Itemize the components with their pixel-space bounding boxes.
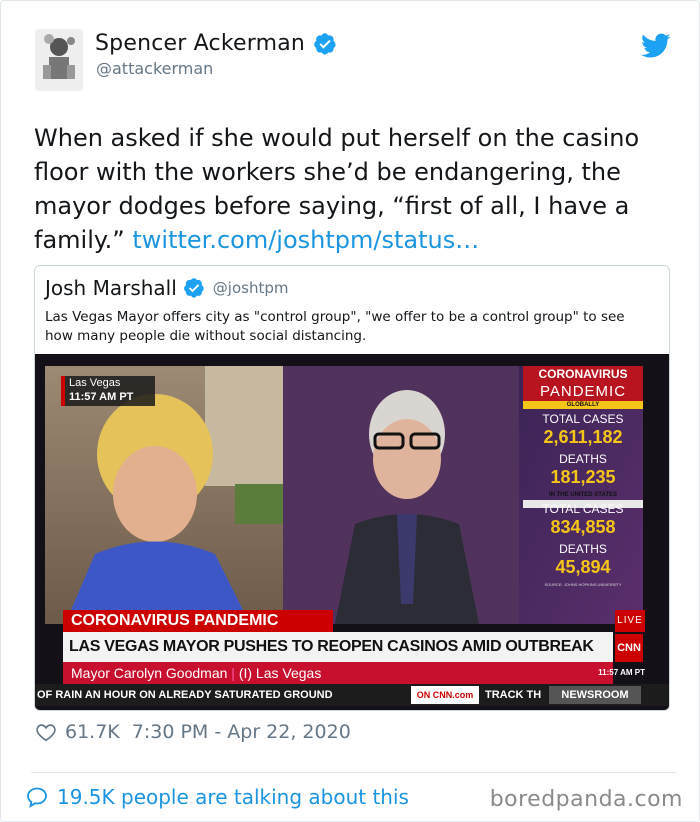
us-label: IN THE UNITED STATES (548, 492, 618, 498)
heart-icon[interactable] (35, 721, 57, 743)
like-count[interactable]: 61.7K (65, 721, 120, 743)
mayor-location: (I) Las Vegas (238, 665, 322, 681)
us-deaths-value: 45,894 (555, 557, 611, 577)
verified-badge-icon (314, 32, 336, 55)
cnn-time: 11:57 AM PT (598, 668, 645, 677)
stats-panel: CORONAVIRUS PANDEMIC GLOBALLY TOTAL CASE… (523, 366, 643, 588)
location-label: Las Vegas (69, 377, 121, 389)
global-deaths-value: 181,235 (550, 467, 616, 487)
tweet-meta: 61.7K 7:30 PM - Apr 22, 2020 (35, 721, 351, 743)
stats-title-1: CORONAVIRUS (538, 367, 628, 381)
global-deaths-label: DEATHS (559, 452, 607, 466)
name-separator: | (231, 665, 239, 681)
headline: LAS VEGAS MAYOR PUSHES TO REOPEN CASINOS… (69, 638, 594, 655)
author-handle[interactable]: @attackerman (96, 59, 213, 78)
tweet-text: When asked if she would put herself on t… (34, 121, 674, 257)
cnn-logo: CNN (617, 642, 641, 654)
us-deaths-label: DEATHS (559, 542, 607, 556)
stats-title-2: PANDEMIC (539, 383, 627, 400)
author-display-name[interactable]: Spencer Ackerman (95, 31, 305, 56)
tweet-card: Spencer Ackerman @attackerman When asked… (0, 0, 700, 822)
quoted-display-name[interactable]: Josh Marshall (45, 276, 177, 300)
tweet-link[interactable]: twitter.com/joshtpm/status… (132, 226, 479, 254)
on-cnn-badge: ON CNN.com (416, 690, 474, 700)
location-bug: Las Vegas 11:57 AM PT (69, 376, 133, 404)
conversation-link[interactable]: 19.5K people are talking about this (25, 785, 409, 809)
us-total-label: TOTAL CASES (542, 502, 624, 516)
tweet-header: Spencer Ackerman @attackerman (35, 29, 675, 93)
quoted-handle[interactable]: @joshtpm (213, 279, 289, 297)
talking-count[interactable]: 19.5K people are talking about this (57, 785, 409, 809)
ticker-text: OF RAIN AN HOUR ON ALREADY SATURATED GRO… (37, 689, 333, 701)
twitter-bird-icon[interactable] (641, 33, 671, 59)
quoted-text: Las Vegas Mayor offers city as "control … (45, 309, 625, 344)
source-label: SOURCE: JOHNS HOPKINS UNIVERSITY (544, 582, 622, 587)
track-text: TRACK TH (485, 689, 542, 701)
location-time: 11:57 AM PT (69, 391, 134, 403)
watermark: boredpanda.com (489, 787, 683, 812)
avatar[interactable] (35, 29, 83, 91)
tweet-timestamp[interactable]: 7:30 PM - Apr 22, 2020 (132, 721, 351, 743)
speech-bubble-icon (27, 787, 47, 808)
name-line: Mayor Carolyn Goodman | (I) Las Vegas (71, 662, 321, 684)
globally-label: GLOBALLY (566, 402, 600, 408)
global-total-value: 2,611,182 (543, 427, 623, 447)
video-player[interactable]: Las Vegas 11:57 AM PT CORONAVIRUS PANDEM… (35, 354, 669, 710)
banner-top: CORONAVIRUS PANDEMIC (71, 612, 279, 629)
global-total-label: TOTAL CASES (542, 412, 624, 426)
live-badge: LIVE (617, 615, 643, 626)
us-total-value: 834,858 (550, 517, 616, 537)
mayor-name: Mayor Carolyn Goodman (71, 665, 228, 681)
verified-badge-icon (183, 278, 204, 298)
newsroom-badge: NEWSROOM (561, 689, 629, 701)
divider (31, 772, 677, 773)
quoted-tweet[interactable]: Josh Marshall @joshtpm Las Vegas Mayor o… (34, 265, 670, 711)
